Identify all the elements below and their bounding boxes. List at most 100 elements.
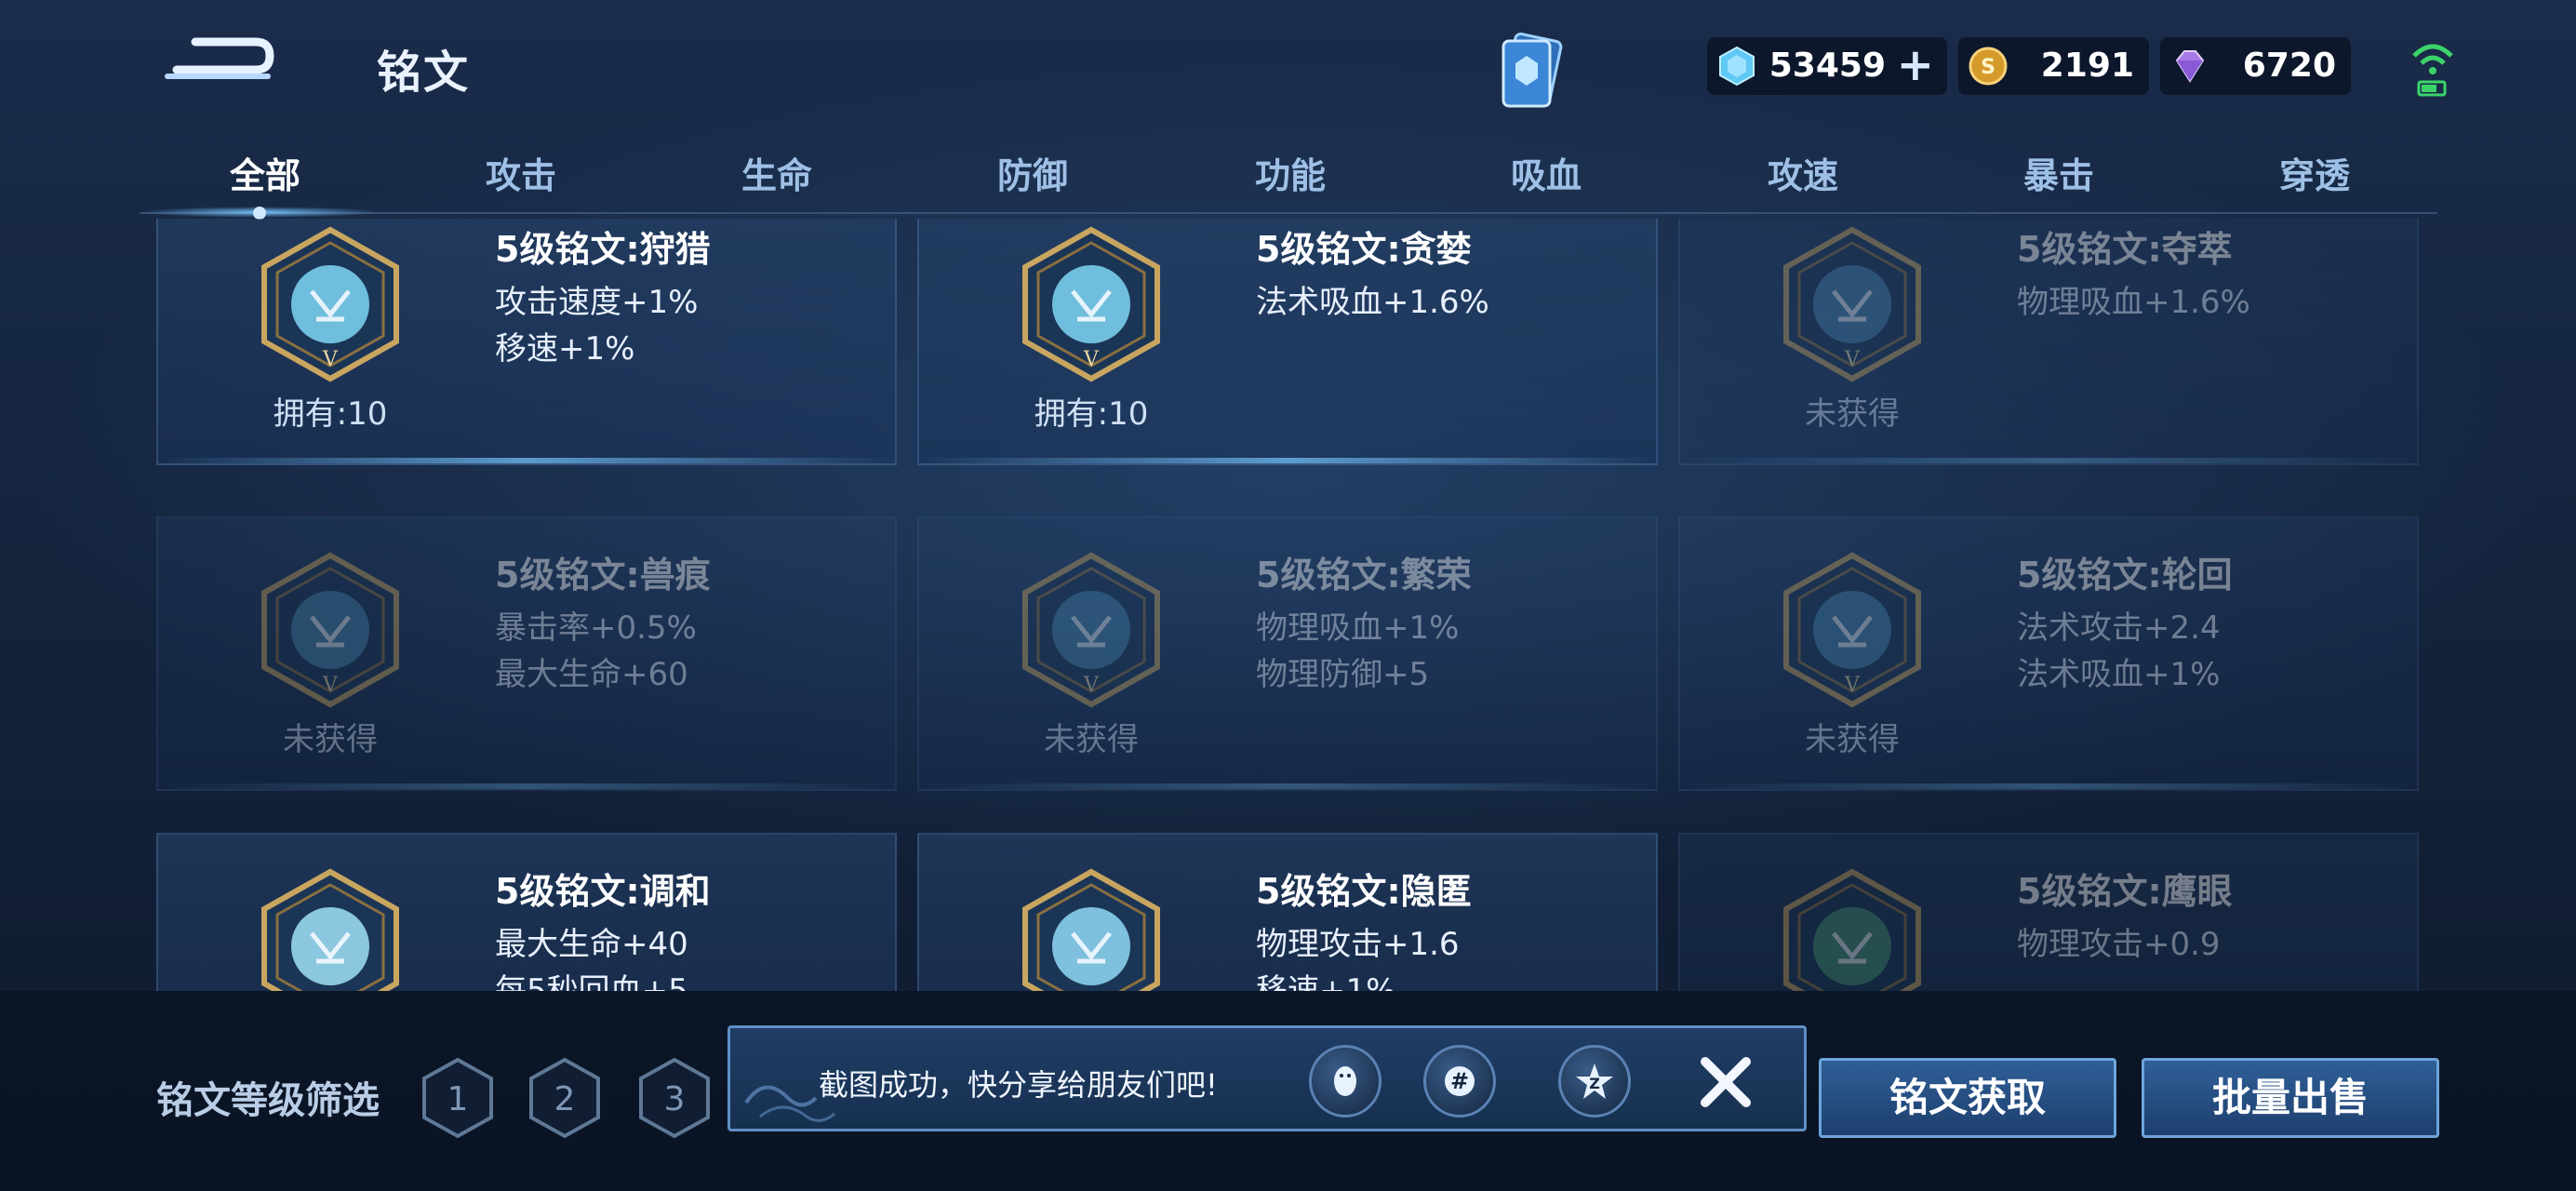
page-title: 铭文 (377, 47, 471, 99)
svg-text:V: V (1844, 674, 1861, 697)
gold-currency: S 2191 (1958, 37, 2149, 95)
tab-health[interactable]: 生命 (702, 147, 851, 198)
level-filter-3-label: 3 (664, 1080, 686, 1118)
inscription-card[interactable]: V 5级铭文:隐匿物理攻击+1.6 移速+1% (917, 833, 1658, 991)
hashtag-icon: # (1445, 1066, 1475, 1096)
tab-attack-speed[interactable]: 攻速 (1728, 147, 1877, 198)
tab-utility[interactable]: 功能 (1216, 147, 1365, 198)
gem-icon (1719, 46, 1755, 87)
inscription-name: 5级铭文:轮回 (2017, 555, 2233, 596)
gold-count: 2191 (2040, 47, 2134, 85)
qzone-star-icon: Z (1576, 1064, 1613, 1099)
bulk-sell-button[interactable]: 批量出售 (2142, 1058, 2439, 1138)
wifi-signal-icon (2409, 35, 2456, 100)
level-filter-1[interactable]: 1 (420, 1056, 495, 1140)
inscription-name: 5级铭文:狩猎 (495, 229, 711, 270)
inscription-owned-count: 未获得 (1805, 721, 1900, 758)
gold-coin-icon: S (1969, 47, 2008, 86)
inscription-owned-count: 未获得 (283, 721, 378, 758)
inscription-emblem-icon: V (1022, 868, 1160, 991)
inscription-stat: 法术吸血+1% (2017, 656, 2221, 693)
screenshot-share-toast: 截图成功，快分享给朋友们吧! # Z (727, 1025, 1807, 1131)
share-moments-button[interactable]: # (1423, 1045, 1496, 1117)
inscription-stat: 攻击速度+1% (495, 284, 699, 321)
inscription-stat: 移速+1% (1256, 972, 1396, 991)
tab-defense[interactable]: 防御 (958, 147, 1107, 198)
inscription-name: 5级铭文:夺萃 (2017, 229, 2233, 270)
inscription-card[interactable]: V 5级铭文:兽痕 暴击率+0.5% 最大生命+60 未获得 (156, 516, 897, 791)
back-arrow-icon[interactable] (158, 28, 279, 93)
level-filter-2[interactable]: 2 (527, 1056, 602, 1140)
inscription-card[interactable]: V 5级铭文:轮回 法术攻击+2.4 法术吸血+1% 未获得 (1678, 516, 2419, 791)
inscription-name: 5级铭文:贪婪 (1256, 229, 1472, 270)
inscription-stat: 法术攻击+2.4 (2017, 609, 2221, 647)
inscription-emblem-icon: V (261, 868, 399, 991)
inscription-stat: 每5秒回血+5 (495, 972, 688, 991)
tab-penetration[interactable]: 穿透 (2240, 147, 2389, 198)
level-filter-1-label: 1 (447, 1080, 469, 1118)
level-filter-3[interactable]: 3 (637, 1056, 712, 1140)
inscription-emblem-icon: V (1022, 552, 1160, 708)
inscription-stat: 暴击率+0.5% (495, 609, 697, 647)
svg-text:#: # (1450, 1068, 1469, 1094)
inscription-stat: 物理吸血+1.6% (2017, 284, 2250, 321)
tab-lifesteal[interactable]: 吸血 (1472, 147, 1621, 198)
svg-text:V: V (1083, 348, 1100, 371)
inscription-card[interactable]: V 5级铭文:鹰眼物理攻击+0.9 (1678, 833, 2419, 991)
gem-count: 53459 (1768, 47, 1886, 85)
gem-currency: 53459 + (1707, 37, 1947, 95)
qq-penguin-icon (1334, 1066, 1356, 1096)
inscription-name: 5级铭文:兽痕 (495, 555, 711, 596)
inscription-emblem-icon: V (1022, 226, 1160, 382)
svg-text:V: V (322, 674, 339, 697)
toast-message: 截图成功，快分享给朋友们吧! (819, 1067, 1218, 1103)
level-filter-label: 铭文等级筛选 (156, 1079, 380, 1122)
diamond-currency: 6720 (2160, 37, 2351, 95)
inscription-name: 5级铭文:鹰眼 (2017, 871, 2233, 912)
inscription-owned-count: 拥有:10 (273, 395, 388, 433)
svg-text:V: V (1083, 674, 1100, 697)
tab-critical[interactable]: 暴击 (1984, 147, 2133, 198)
inscription-stat: 物理攻击+0.9 (2017, 926, 2221, 963)
inscription-name: 5级铭文:隐匿 (1256, 871, 1472, 912)
inscription-stat: 物理攻击+1.6 (1256, 926, 1460, 963)
inscription-stat: 最大生命+60 (495, 656, 688, 693)
inscription-card[interactable]: V 5级铭文:夺萃物理吸血+1.6% 未获得 (1678, 219, 2419, 465)
share-qzone-button[interactable]: Z (1558, 1045, 1631, 1117)
inscription-owned-count: 未获得 (1044, 721, 1139, 758)
inscription-stat: 移速+1% (495, 330, 635, 368)
level-filter-2-label: 2 (554, 1080, 576, 1118)
inscription-card[interactable]: V 5级铭文:繁荣 物理吸血+1% 物理防御+5 未获得 (917, 516, 1658, 791)
inscription-name: 5级铭文:繁荣 (1256, 555, 1472, 596)
inscription-emblem-icon: V (261, 552, 399, 708)
inscription-card[interactable]: V 5级铭文:狩猎攻击速度+1% 移速+1% 拥有:10 (156, 219, 897, 465)
inscription-name: 5级铭文:调和 (495, 871, 711, 912)
inscription-emblem-icon: V (1783, 868, 1921, 991)
inscription-grid: V 5级铭文:狩猎攻击速度+1% 移速+1% 拥有:10 V 5级铭文:贪婪法术吸血+1.… (156, 219, 2421, 991)
inscription-card[interactable]: V 5级铭文:调和最大生命+40 每5秒回血+5 (156, 833, 897, 991)
tab-divider (140, 212, 2437, 214)
inscription-stat: 物理防御+5 (1256, 656, 1430, 693)
share-qq-button[interactable] (1309, 1045, 1381, 1117)
active-tab-dot (253, 207, 266, 220)
svg-text:V: V (322, 348, 339, 371)
inscription-stat: 法术吸血+1.6% (1256, 284, 1489, 321)
add-gems-button[interactable]: + (1897, 43, 1934, 87)
inscription-owned-count: 拥有:10 (1034, 395, 1149, 433)
svg-text:V: V (1844, 348, 1861, 371)
inscription-emblem-icon: V (1783, 226, 1921, 382)
inscription-stat: 最大生命+40 (495, 926, 688, 963)
diamond-icon (2175, 50, 2205, 83)
inscription-stat: 物理吸血+1% (1256, 609, 1460, 647)
svg-text:S: S (1981, 56, 1995, 79)
acquire-inscription-button[interactable]: 铭文获取 (1819, 1058, 2116, 1138)
inscription-card[interactable]: V 5级铭文:贪婪法术吸血+1.6% 拥有:10 (917, 219, 1658, 465)
inscription-emblem-icon: V (261, 226, 399, 382)
close-icon[interactable] (1688, 1045, 1763, 1119)
inscription-book-icon[interactable] (1488, 26, 1578, 115)
tab-all[interactable]: 全部 (191, 147, 340, 198)
tab-attack[interactable]: 攻击 (447, 147, 595, 198)
diamond-count: 6720 (2242, 47, 2336, 85)
inscription-owned-count: 未获得 (1805, 395, 1900, 433)
inscription-emblem-icon: V (1783, 552, 1921, 708)
